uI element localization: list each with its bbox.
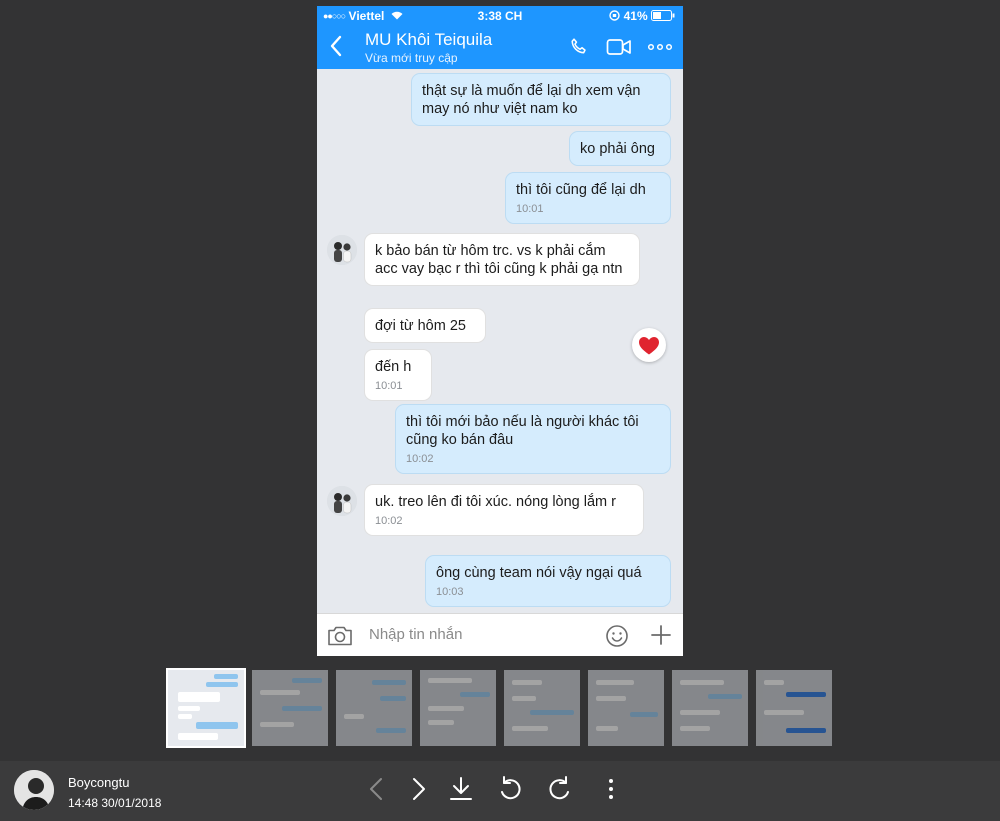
message-bubble-outgoing[interactable]: thì tôi mới bảo nếu là người khác tôi cũ…	[395, 404, 671, 474]
viewer-toolbar: Boycongtu 14:48 30/01/2018	[0, 761, 1000, 821]
contact-avatar[interactable]	[327, 235, 357, 265]
uploader-name: Boycongtu	[68, 775, 130, 790]
message-time: 10:02	[406, 453, 434, 465]
phone-icon[interactable]	[568, 36, 590, 58]
message-time: 10:02	[375, 515, 403, 527]
rotate-left-icon[interactable]	[495, 774, 525, 804]
heart-icon	[639, 337, 659, 355]
contact-name[interactable]: MU Khôi Teiquila	[365, 30, 492, 50]
rotate-right-icon[interactable]	[545, 774, 575, 804]
thumbnail-2[interactable]	[252, 670, 328, 746]
avatar-image	[327, 235, 357, 265]
video-call-icon[interactable]	[606, 36, 632, 58]
plus-icon[interactable]	[650, 624, 672, 646]
more-icon[interactable]	[647, 36, 673, 58]
reaction-badge[interactable]	[632, 328, 666, 362]
message-text: đến h	[375, 359, 412, 375]
thumbnail-3[interactable]	[336, 670, 412, 746]
message-text: k bảo bán từ hôm trc. vs k phải cắm acc …	[375, 243, 623, 277]
message-bubble-outgoing[interactable]: thật sự là muốn để lại dh xem vận may nó…	[411, 73, 671, 126]
chat-screenshot: ●●○○○ Viettel 3:38 CH 41% MU Khôi Teiqui…	[317, 6, 683, 656]
message-bubble-incoming[interactable]: k bảo bán từ hôm trc. vs k phải cắm acc …	[364, 233, 640, 286]
message-text: thì tôi cũng để lại dh	[516, 182, 646, 198]
message-text: ông cùng team nói vậy ngại quá	[436, 565, 642, 581]
message-composer: Nhập tin nhắn	[317, 613, 683, 656]
chat-header: MU Khôi Teiquila Vừa mới truy cập	[317, 26, 683, 69]
orientation-lock-icon	[609, 10, 620, 21]
download-icon[interactable]	[446, 774, 476, 804]
message-text: thật sự là muốn để lại dh xem vận may nó…	[422, 83, 641, 117]
message-bubble-outgoing[interactable]: thì tôi cũng để lại dh 10:01	[505, 172, 671, 224]
thumbnail-4[interactable]	[420, 670, 496, 746]
battery-percent: 41%	[623, 9, 648, 23]
message-text: đợi từ hôm 25	[375, 318, 466, 334]
thumbnail-6[interactable]	[588, 670, 664, 746]
emoji-icon[interactable]	[605, 624, 629, 648]
avatar-image	[327, 486, 357, 516]
thumbnail-5[interactable]	[504, 670, 580, 746]
more-vertical-icon[interactable]	[596, 774, 626, 804]
status-bar: ●●○○○ Viettel 3:38 CH 41%	[317, 6, 683, 26]
next-icon[interactable]	[403, 774, 433, 804]
uploader-avatar[interactable]	[14, 770, 54, 810]
contact-avatar[interactable]	[327, 486, 357, 516]
thumbnail-7[interactable]	[672, 670, 748, 746]
message-time: 10:01	[516, 203, 544, 215]
back-arrow-icon[interactable]	[327, 34, 347, 58]
message-bubble-incoming[interactable]: đến h 10:01	[364, 349, 432, 401]
camera-icon[interactable]	[327, 623, 353, 647]
message-bubble-outgoing[interactable]: ko phải ông	[569, 131, 671, 166]
upload-time: 14:48 30/01/2018	[68, 796, 162, 810]
avatar-image	[14, 770, 54, 810]
battery-icon	[651, 10, 675, 21]
message-bubble-incoming[interactable]: đợi từ hôm 25	[364, 308, 486, 343]
message-text: ko phải ông	[580, 141, 655, 157]
message-input[interactable]: Nhập tin nhắn	[369, 626, 462, 643]
image-viewer: ●●○○○ Viettel 3:38 CH 41% MU Khôi Teiqui…	[0, 0, 1000, 821]
message-time: 10:03	[436, 586, 464, 598]
message-bubble-incoming[interactable]: uk. treo lên đi tôi xúc. nóng lòng lắm r…	[364, 484, 644, 536]
contact-status: Vừa mới truy cập	[365, 51, 458, 65]
prev-icon[interactable]	[362, 774, 392, 804]
thumbnail-1[interactable]	[166, 668, 246, 748]
message-time: 10:01	[375, 380, 403, 392]
message-bubble-outgoing[interactable]: ông cùng team nói vậy ngại quá 10:03	[425, 555, 671, 607]
message-text: uk. treo lên đi tôi xúc. nóng lòng lắm r	[375, 494, 616, 510]
thumbnail-8[interactable]	[756, 670, 832, 746]
message-text: thì tôi mới bảo nếu là người khác tôi cũ…	[406, 414, 639, 448]
